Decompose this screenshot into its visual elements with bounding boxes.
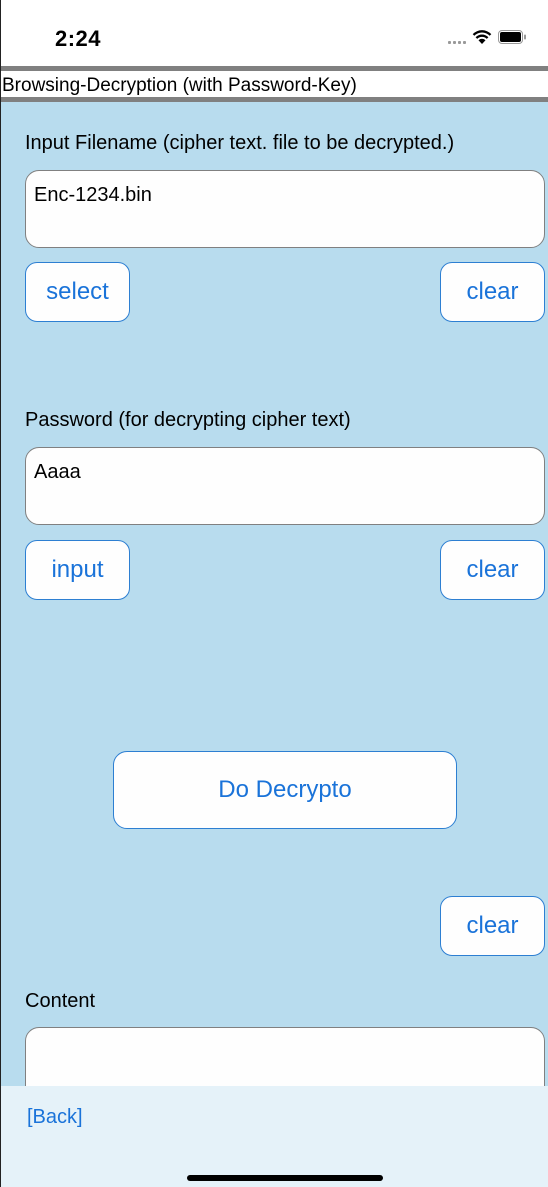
input-filename-value: Enc-1234.bin bbox=[34, 184, 152, 206]
status-bar: 2:24 bbox=[1, 0, 548, 66]
clear-password-button[interactable]: clear bbox=[440, 540, 545, 600]
do-decrypto-button[interactable]: Do Decrypto bbox=[113, 751, 457, 829]
password-value: Aaaa bbox=[34, 461, 81, 483]
home-indicator[interactable] bbox=[187, 1175, 383, 1181]
input-filename-field[interactable]: Enc-1234.bin bbox=[25, 170, 545, 248]
main-content: Input Filename (cipher text. file to be … bbox=[1, 102, 548, 1086]
clear-content-button[interactable]: clear bbox=[440, 896, 545, 956]
password-field[interactable]: Aaaa bbox=[25, 447, 545, 525]
signal-icon bbox=[448, 30, 466, 44]
bottom-bar: [Back] bbox=[1, 1086, 548, 1187]
back-link[interactable]: [Back] bbox=[27, 1106, 83, 1129]
wifi-icon bbox=[472, 29, 492, 45]
clear-filename-button[interactable]: clear bbox=[440, 262, 545, 322]
input-password-button[interactable]: input bbox=[25, 540, 130, 600]
status-icons bbox=[448, 28, 527, 46]
content-field[interactable] bbox=[25, 1027, 545, 1086]
input-filename-label: Input Filename (cipher text. file to be … bbox=[25, 132, 455, 154]
status-time: 2:24 bbox=[55, 26, 102, 51]
page-title: Browsing-Decryption (with Password-Key) bbox=[2, 75, 357, 96]
decryption-screen: 2:24 Browsing-Decryption (with Password-… bbox=[0, 0, 548, 1187]
title-bar: Browsing-Decryption (with Password-Key) bbox=[1, 66, 548, 102]
select-file-button[interactable]: select bbox=[25, 262, 130, 322]
battery-icon bbox=[498, 30, 527, 44]
content-label: Content bbox=[25, 990, 96, 1012]
password-label: Password (for decrypting cipher text) bbox=[25, 409, 351, 431]
